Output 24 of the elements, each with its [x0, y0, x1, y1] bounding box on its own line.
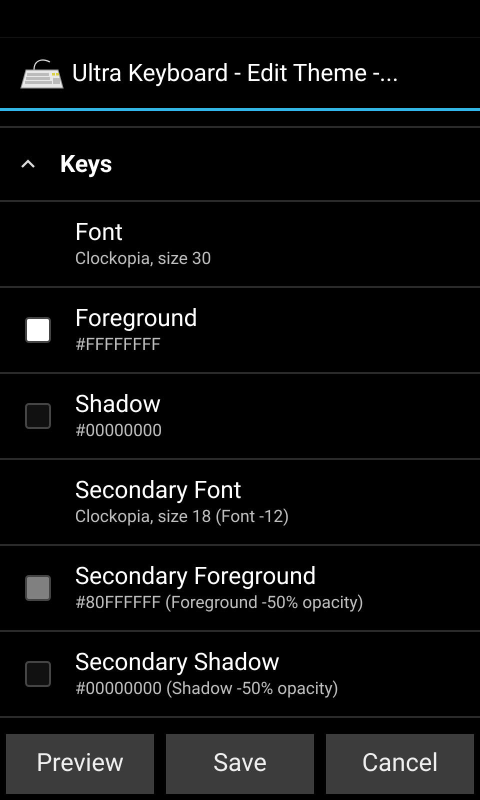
action-button[interactable]: Preview	[6, 734, 154, 794]
preference-summary: #80FFFFFF (Foreground -50% opacity)	[75, 592, 364, 615]
preference-title: Secondary Shadow	[75, 647, 281, 677]
preference-summary: #FFFFFFFF	[75, 334, 162, 357]
preference-row[interactable]: Shadow #00000000	[0, 374, 480, 460]
preference-summary: Clockopia, size 30	[75, 248, 212, 271]
section-header[interactable]: Keys	[0, 128, 480, 202]
preference-title: Font	[75, 217, 124, 247]
preference-row[interactable]: Font Clockopia, size 30	[0, 202, 480, 288]
action-button[interactable]: Cancel	[326, 734, 474, 794]
preference-summary: #00000000 (Shadow -50% opacity)	[75, 678, 338, 701]
preference-title: Secondary Foreground	[75, 561, 318, 591]
chevron-up-icon	[20, 159, 36, 169]
preference-row[interactable]: Secondary Font Clockopia, size 18 (Font -12)	[0, 460, 480, 546]
preference-summary: #00000000	[75, 420, 162, 443]
preference-title: Shadow	[75, 389, 162, 419]
preference-row[interactable]: Foreground #FFFFFFFF	[0, 288, 480, 374]
action-button[interactable]: Save	[166, 734, 314, 794]
preference-title: Secondary Font	[75, 475, 243, 505]
window-title: Ultra Keyboard - Edit Theme -...	[72, 58, 399, 89]
preference-row[interactable]: Secondary Shadow #00000000 (Shadow -50% opacity)	[0, 632, 480, 718]
preference-summary: Clockopia, size 18 (Font -12)	[75, 506, 289, 529]
preference-title: Foreground	[75, 303, 198, 333]
preference-row[interactable]: Secondary Foreground #80FFFFFF (Foreground -50% opacity)	[0, 546, 480, 632]
